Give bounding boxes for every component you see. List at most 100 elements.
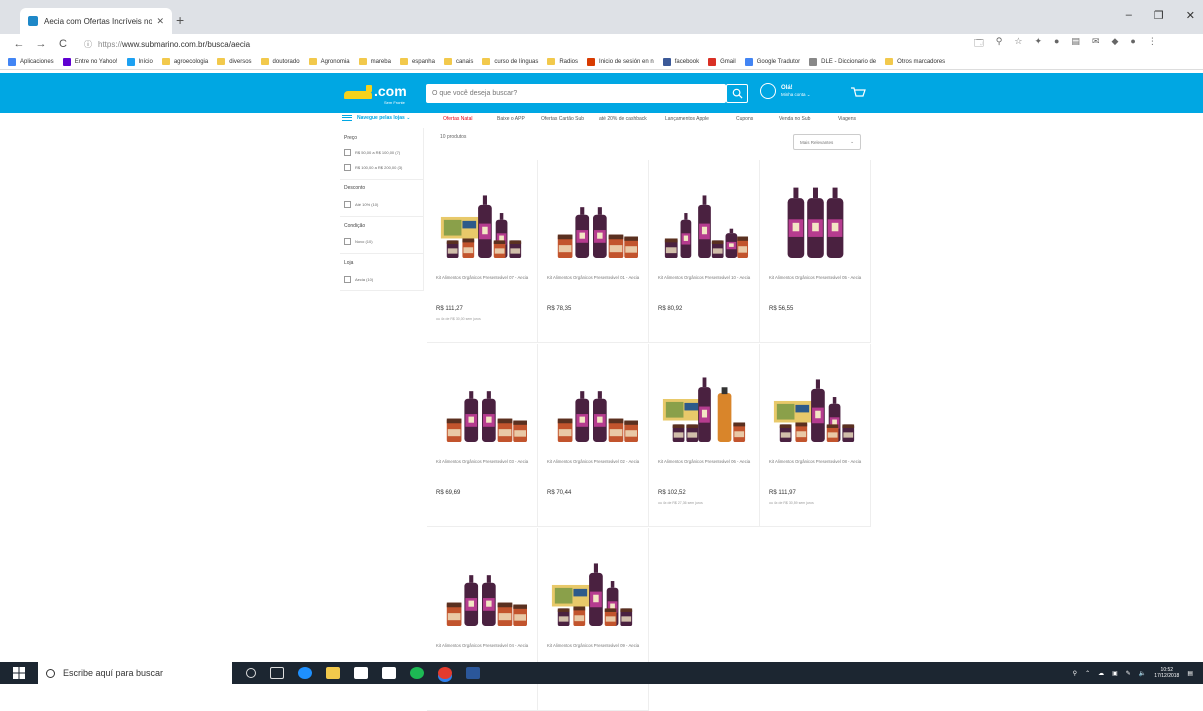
product-card[interactable]: Kit Alimentos Orgânicos Presenteável 06 … xyxy=(649,344,760,527)
pen-icon[interactable]: ✎ xyxy=(1126,670,1131,677)
checkbox[interactable] xyxy=(344,164,351,171)
product-card[interactable]: Kit Alimentos Orgânicos Presenteável 03 … xyxy=(427,344,538,527)
taskbar-search-input[interactable]: Escribe aquí para buscar xyxy=(38,662,232,684)
clock[interactable]: 10:52 17/12/2018 xyxy=(1154,667,1179,679)
product-image[interactable] xyxy=(433,354,531,444)
product-image[interactable] xyxy=(766,354,864,444)
product-name[interactable]: Kit Alimentos Orgânicos Presenteável 07 … xyxy=(436,275,531,281)
extension-icon[interactable]: ◆ xyxy=(1111,36,1118,52)
product-card[interactable]: Kit Alimentos Orgânicos Presenteável 10 … xyxy=(649,160,760,343)
bookmark-item[interactable]: curso de línguas xyxy=(482,58,538,65)
product-name[interactable]: Kit Alimentos Orgânicos Presenteável 03 … xyxy=(436,459,531,465)
product-name[interactable]: Kit Alimentos Orgânicos Presenteável 10 … xyxy=(658,275,753,281)
star-icon[interactable]: ☆ xyxy=(1014,36,1022,52)
product-card[interactable]: Kit Alimentos Orgânicos Presenteável 01 … xyxy=(538,160,649,343)
mail-app-icon[interactable] xyxy=(382,667,396,679)
cart-icon[interactable] xyxy=(850,85,866,101)
checkbox[interactable] xyxy=(344,276,351,283)
bookmark-item[interactable]: Inicio de sesión en n xyxy=(587,57,654,66)
task-view-icon[interactable] xyxy=(270,667,284,679)
new-tab-icon[interactable]: + xyxy=(176,12,184,28)
people-icon[interactable]: ⚲ xyxy=(1073,670,1077,677)
chevron-up-icon[interactable]: ⌃ xyxy=(1085,670,1090,677)
product-card[interactable]: Kit Alimentos Orgânicos Presenteável 05 … xyxy=(760,160,871,343)
address-bar[interactable]: ⓘ https:// www.submarino.com.br/busca/ae… xyxy=(84,36,964,52)
bookmark-item[interactable]: Agronomia xyxy=(308,58,350,65)
product-image[interactable] xyxy=(433,170,531,260)
start-button[interactable] xyxy=(0,667,38,679)
product-card[interactable]: Kit Alimentos Orgânicos Presenteável 07 … xyxy=(427,160,538,343)
bookmark-item[interactable]: Otros marcadores xyxy=(885,58,945,65)
reload-icon[interactable]: C xyxy=(54,38,72,50)
product-name[interactable]: Kit Alimentos Orgânicos Presenteável 05 … xyxy=(769,275,864,281)
product-name[interactable]: Kit Alimentos Orgânicos Presenteável 06 … xyxy=(658,459,753,465)
bookmark-item[interactable]: espanha xyxy=(399,58,435,65)
product-name[interactable]: Kit Alimentos Orgânicos Presenteável 09 … xyxy=(547,643,642,649)
search-button[interactable] xyxy=(726,84,748,103)
nav-link[interactable]: Viagens xyxy=(838,116,856,122)
bookmark-item[interactable]: Início xyxy=(126,57,153,66)
product-image[interactable] xyxy=(655,354,753,444)
translate-icon[interactable]: 🗔 xyxy=(974,36,984,52)
chrome-icon[interactable] xyxy=(438,667,452,679)
product-name[interactable]: Kit Alimentos Orgânicos Presenteável 04 … xyxy=(436,643,531,649)
checkbox[interactable] xyxy=(344,149,351,156)
product-image[interactable] xyxy=(544,354,642,444)
nav-link[interactable]: até 20% de cashback xyxy=(599,116,647,122)
profile-icon[interactable]: ● xyxy=(1130,36,1135,52)
bookmark-item[interactable]: DLE - Diccionario de xyxy=(809,57,876,66)
nav-link[interactable]: Ofertas Natal xyxy=(443,116,472,122)
file-explorer-icon[interactable] xyxy=(326,667,340,679)
mail-icon[interactable]: ✉ xyxy=(1092,36,1100,52)
store-icon[interactable] xyxy=(354,667,368,679)
notifications-icon[interactable]: ▤ xyxy=(1187,670,1193,677)
info-icon[interactable]: ⓘ xyxy=(84,39,92,50)
bookmark-item[interactable]: mareba xyxy=(358,58,391,65)
bookmark-item[interactable]: Radios xyxy=(547,58,578,65)
volume-icon[interactable]: 🔈 xyxy=(1139,670,1146,677)
close-window-icon[interactable]: ✕ xyxy=(1186,9,1195,22)
filter-option[interactable]: Novo (10) xyxy=(344,238,373,245)
account-link[interactable]: Minha conta ⌄ xyxy=(781,92,811,97)
account-menu[interactable]: Olá! Minha conta ⌄ xyxy=(760,83,811,99)
network-icon[interactable]: ▣ xyxy=(1112,670,1118,677)
edge-icon[interactable] xyxy=(298,667,312,679)
bookmark-item[interactable]: diversos xyxy=(217,58,252,65)
back-icon[interactable]: ← xyxy=(10,38,28,50)
nav-link[interactable]: Lançamentos Apple xyxy=(665,116,709,122)
extension-icon[interactable]: ✦ xyxy=(1034,36,1042,52)
submarino-logo[interactable]: .com Sem Fronte xyxy=(344,81,410,107)
product-image[interactable] xyxy=(433,538,531,628)
menu-icon[interactable]: ⋮ xyxy=(1148,36,1157,52)
zoom-icon[interactable]: ⚲ xyxy=(996,36,1003,52)
bookmark-item[interactable]: agroecologia xyxy=(161,58,208,65)
microphone-icon[interactable] xyxy=(246,668,256,678)
nav-link[interactable]: Cupons xyxy=(736,116,753,122)
product-image[interactable] xyxy=(655,170,753,260)
bookmark-item[interactable]: Aplicaciones xyxy=(8,57,54,66)
bookmark-item[interactable]: canais xyxy=(443,58,473,65)
filter-option[interactable]: Até 10% (10) xyxy=(344,201,378,208)
filter-option[interactable]: R$ 100,00 a R$ 200,00 (3) xyxy=(344,164,402,171)
checkbox[interactable] xyxy=(344,201,351,208)
filter-option[interactable]: R$ 50,00 a R$ 100,00 (7) xyxy=(344,149,400,156)
onedrive-icon[interactable]: ☁ xyxy=(1098,670,1104,677)
product-name[interactable]: Kit Alimentos Orgânicos Presenteável 08 … xyxy=(769,459,864,465)
sort-select[interactable]: Mais Relevantes ⌄ xyxy=(793,134,861,150)
restore-icon[interactable]: ❐ xyxy=(1154,9,1164,22)
product-image[interactable] xyxy=(766,170,864,260)
nav-link[interactable]: Baixe o APP xyxy=(497,116,525,122)
word-icon[interactable] xyxy=(466,667,480,679)
bookmark-item[interactable]: Entre no Yahoo! xyxy=(62,57,118,66)
product-name[interactable]: Kit Alimentos Orgânicos Presenteável 02 … xyxy=(547,459,642,465)
nav-link[interactable]: Ofertas Cartão Sub xyxy=(541,116,584,122)
extension-icon[interactable]: ▤ xyxy=(1071,36,1080,52)
search-input[interactable]: O que você deseja buscar? xyxy=(426,84,726,103)
bookmark-item[interactable]: doutorado xyxy=(260,58,300,65)
product-image[interactable] xyxy=(544,538,642,628)
stores-menu-button[interactable]: Navegue pelas lojas ⌄ xyxy=(342,115,410,121)
bookmark-item[interactable]: Google Tradutor xyxy=(744,57,800,66)
extension-icon[interactable]: ● xyxy=(1054,36,1059,52)
forward-icon[interactable]: → xyxy=(32,38,50,50)
nav-link[interactable]: Venda no Sub xyxy=(779,116,810,122)
